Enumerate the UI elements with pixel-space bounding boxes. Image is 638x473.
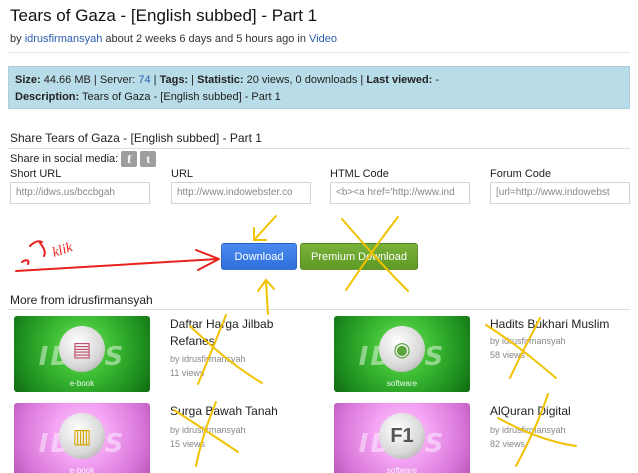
- page-title: Tears of Gaza - [English subbed] - Part …: [10, 6, 318, 25]
- facebook-icon[interactable]: f: [121, 151, 138, 167]
- social-share: Share in social media: f t: [10, 151, 157, 167]
- item-title-link[interactable]: AlQuran Digital: [490, 403, 638, 420]
- premium-download-button[interactable]: Premium Download: [300, 243, 418, 270]
- item-category: software: [386, 379, 418, 388]
- url-field[interactable]: http://www.indowebster.co: [171, 182, 311, 204]
- item-thumbnail[interactable]: IDWS ◉ software: [334, 316, 470, 392]
- klik-annotation-text: klik: [51, 240, 76, 261]
- item-title-link[interactable]: Hadits Bukhari Muslim: [490, 316, 638, 333]
- item-author: by idrusfirmansyah: [490, 425, 566, 435]
- category-link[interactable]: Video: [309, 33, 337, 45]
- red-arrow-annotation: [15, 240, 220, 272]
- item-author: by idrusfirmansyah: [170, 425, 246, 435]
- statistic-value: 20 views, 0 downloads: [246, 74, 358, 86]
- statistic-label: Statistic:: [197, 74, 244, 86]
- social-label: Share in social media:: [10, 153, 119, 165]
- book-icon: ▥: [59, 413, 105, 459]
- download-button[interactable]: Download: [221, 243, 297, 270]
- item-views: 11 views: [170, 368, 205, 378]
- divider: [8, 52, 630, 53]
- item-category: e-book: [69, 379, 95, 388]
- last-viewed-label: Last viewed:: [366, 74, 433, 86]
- byline: by idrusfirmansyah about 2 weeks 6 days …: [10, 33, 337, 45]
- item-author: by idrusfirmansyah: [490, 336, 566, 346]
- short-url-label: Short URL: [10, 168, 62, 180]
- share-title: Share Tears of Gaza - [English subbed] -…: [10, 131, 262, 145]
- ebook-icon: ▤: [59, 326, 105, 372]
- description-value: Tears of Gaza - [English subbed] - Part …: [82, 91, 281, 103]
- divider: [8, 309, 630, 310]
- item-views: 58 views: [490, 350, 526, 360]
- forum-code-label: Forum Code: [490, 168, 552, 180]
- item-title-link[interactable]: Surga Bawah Tanah: [170, 403, 320, 420]
- tags-label: Tags:: [159, 74, 189, 86]
- byline-by: by: [10, 33, 22, 45]
- software-icon: ◉: [379, 326, 425, 372]
- byline-time: about 2 weeks 6 days and 5 hours ago in: [105, 33, 306, 45]
- divider: [8, 148, 630, 149]
- server-link[interactable]: 74: [138, 74, 150, 86]
- author-link[interactable]: idrusfirmansyah: [25, 33, 103, 45]
- info-line-2: Description: Tears of Gaza - [English su…: [15, 89, 623, 106]
- item-thumbnail[interactable]: IDWS ▥ e-book: [14, 403, 150, 473]
- more-from-title: More from idrusfirmansyah: [10, 293, 153, 307]
- file-info-box: Size: 44.66 MB | Server: 74 | Tags: | St…: [8, 66, 630, 109]
- item-category: e-book: [69, 466, 95, 473]
- size-label: Size:: [15, 74, 41, 86]
- html-code-label: HTML Code: [330, 168, 389, 180]
- twitter-icon[interactable]: t: [140, 151, 157, 167]
- item-views: 15 views: [170, 439, 206, 449]
- item-thumbnail[interactable]: IDWS F1 software: [334, 403, 470, 473]
- forum-code-field[interactable]: [url=http://www.indowebst: [490, 182, 630, 204]
- item-views: 82 views: [490, 439, 526, 449]
- short-url-field[interactable]: http://idws.us/bccbgah: [10, 182, 150, 204]
- item-title-link[interactable]: Daftar Harga Jilbab Refanes: [170, 316, 320, 350]
- size-value: 44.66 MB: [43, 74, 91, 86]
- info-line-1: Size: 44.66 MB | Server: 74 | Tags: | St…: [15, 74, 440, 86]
- item-thumbnail[interactable]: IDWS ▤ e-book: [14, 316, 150, 392]
- html-code-field[interactable]: <b><a href='http://www.ind: [330, 182, 470, 204]
- last-viewed-value: -: [435, 74, 440, 86]
- f1-key-icon: F1: [379, 413, 425, 459]
- url-label: URL: [171, 168, 194, 180]
- description-label: Description:: [15, 91, 80, 103]
- item-author: by idrusfirmansyah: [170, 354, 246, 364]
- item-category: software: [386, 466, 418, 473]
